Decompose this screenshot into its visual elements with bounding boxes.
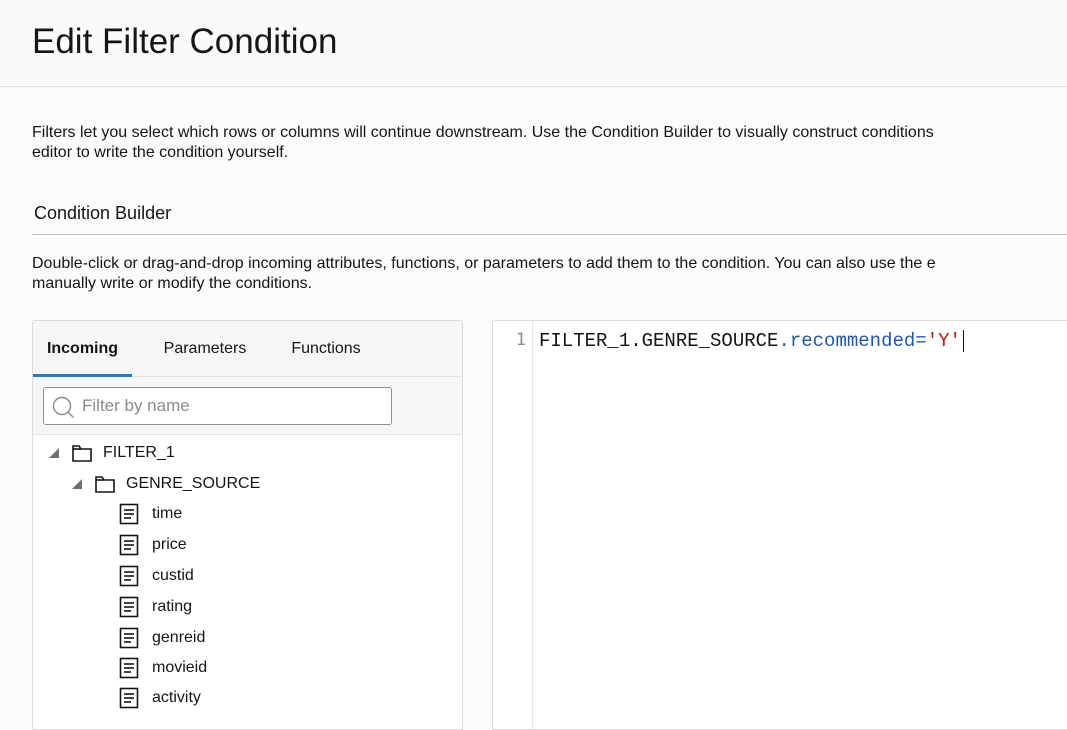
attribute-item-activity[interactable]: activity — [119, 683, 201, 713]
filter-by-name-input[interactable] — [80, 392, 380, 420]
builder-desc-line-1: Double-click or drag-and-drop incoming a… — [32, 255, 936, 272]
attribute-label: custid — [152, 567, 194, 584]
expand-caret-icon[interactable] — [49, 448, 59, 458]
attribute-item-movieid[interactable]: movieid — [119, 653, 207, 683]
tab-incoming[interactable]: Incoming — [33, 321, 132, 378]
line-number-gutter: 1 — [493, 321, 533, 729]
code-string: 'Y' — [926, 330, 961, 352]
line-number: 1 — [515, 330, 526, 350]
tree-node-filter-1[interactable]: FILTER_1 — [49, 438, 175, 468]
attribute-item-price[interactable]: price — [119, 530, 187, 560]
tree-node-genre-source[interactable]: GENRE_SOURCE — [72, 469, 260, 499]
attribute-item-rating[interactable]: rating — [119, 592, 192, 622]
builder-desc-line-2: manually write or modify the conditions. — [32, 275, 313, 292]
code-line[interactable]: FILTER_1.GENRE_SOURCE.recommended='Y' — [539, 330, 964, 352]
condition-code-editor[interactable]: 1 FILTER_1.GENRE_SOURCE.recommended='Y' — [492, 320, 1067, 730]
tab-bar: Incoming Parameters Functions — [33, 321, 462, 378]
folder-icon — [72, 445, 92, 462]
attribute-label: genreid — [152, 629, 206, 646]
condition-builder-heading: Condition Builder — [34, 203, 172, 223]
tab-functions[interactable]: Functions — [283, 321, 369, 377]
intro-description: Filters let you select which rows or col… — [32, 123, 1067, 163]
text-cursor — [962, 330, 964, 352]
expand-caret-icon[interactable] — [72, 479, 82, 489]
code-property: .recommended= — [778, 330, 927, 352]
folder-icon — [95, 476, 115, 493]
attribute-item-custid[interactable]: custid — [119, 561, 194, 591]
search-bar — [33, 377, 462, 435]
intro-line-1: Filters let you select which rows or col… — [32, 124, 934, 141]
search-icon — [52, 396, 74, 418]
attribute-icon — [119, 596, 139, 618]
dialog-header: Edit Filter Condition — [0, 0, 1067, 87]
section-divider — [32, 234, 1067, 235]
attribute-icon — [119, 534, 139, 556]
attribute-icon — [119, 503, 139, 525]
attribute-label: price — [152, 536, 187, 553]
attribute-label: rating — [152, 598, 193, 615]
attribute-label: movieid — [152, 659, 208, 676]
attribute-icon — [119, 565, 139, 587]
attribute-item-time[interactable]: time — [119, 499, 182, 529]
attribute-icon — [119, 657, 139, 679]
attribute-icon — [119, 627, 139, 649]
attribute-label: activity — [152, 689, 201, 706]
dialog-title: Edit Filter Condition — [32, 22, 338, 61]
code-identifier: FILTER_1.GENRE_SOURCE — [539, 330, 779, 352]
condition-builder-description: Double-click or drag-and-drop incoming a… — [32, 254, 1067, 294]
attribute-label: time — [152, 505, 183, 522]
intro-line-2: editor to write the condition yourself. — [32, 144, 289, 161]
tree-node-label: GENRE_SOURCE — [126, 475, 261, 492]
attribute-panel: Incoming Parameters Functions FILTER_1 — [32, 320, 463, 730]
tree-node-label: FILTER_1 — [103, 444, 175, 461]
tab-parameters[interactable]: Parameters — [153, 321, 257, 377]
search-box — [43, 387, 392, 425]
attribute-icon — [119, 687, 139, 709]
attribute-item-genreid[interactable]: genreid — [119, 623, 205, 653]
